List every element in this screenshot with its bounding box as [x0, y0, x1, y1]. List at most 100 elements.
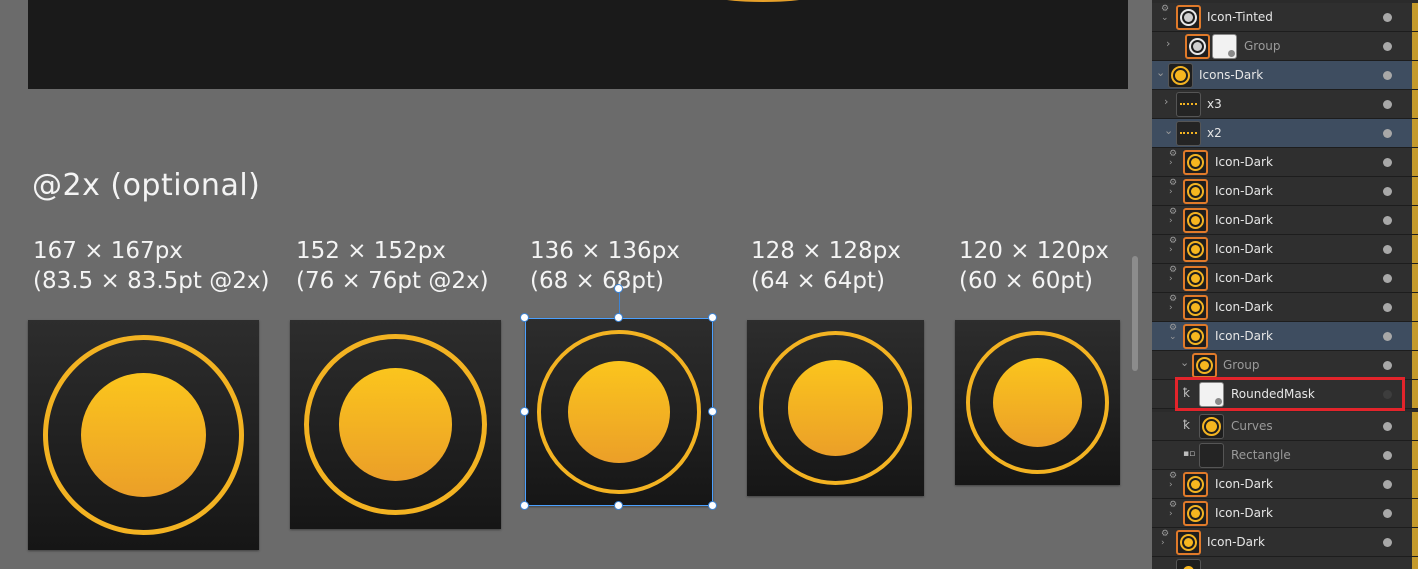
- visibility-dot[interactable]: [1383, 480, 1392, 489]
- visibility-dot[interactable]: [1383, 13, 1392, 22]
- layer-row-partial[interactable]: [1152, 557, 1418, 569]
- resize-handle-left[interactable]: [520, 407, 529, 416]
- gear-icon[interactable]: ⚙ ›: [1169, 501, 1177, 519]
- layer-color-stripe: [1412, 206, 1418, 234]
- artboard-preview[interactable]: [28, 0, 1128, 89]
- layer-color-stripe: [1412, 351, 1418, 379]
- gear-icon[interactable]: ⚙ ›: [1169, 208, 1177, 226]
- layer-row-icon-dark[interactable]: ⚙ › Icon-Dark: [1152, 528, 1418, 557]
- chevron-right-icon[interactable]: ›: [1164, 95, 1168, 108]
- size-label-167: 167 × 167px (83.5 × 83.5pt @2x): [33, 236, 269, 296]
- icon-core-circle: [81, 372, 206, 498]
- gear-icon[interactable]: ⚙ ›: [1161, 530, 1169, 548]
- resize-handle-top[interactable]: [614, 313, 623, 322]
- layer-color-stripe: [1412, 32, 1418, 60]
- app-icon-128[interactable]: [747, 320, 924, 496]
- app-icon-152[interactable]: [290, 320, 501, 529]
- chevron-down-icon[interactable]: ⌄: [1180, 356, 1189, 369]
- visibility-dot[interactable]: [1383, 538, 1392, 547]
- layer-color-stripe: [1412, 557, 1418, 569]
- layer-row-icon-dark[interactable]: ⚙ › Icon-Dark: [1152, 235, 1418, 264]
- resize-handle-top-left[interactable]: [520, 313, 529, 322]
- visibility-dot[interactable]: [1383, 361, 1392, 370]
- layer-name: Icon-Dark: [1215, 271, 1273, 285]
- layer-row-x3[interactable]: › x3: [1152, 90, 1418, 119]
- layer-row-icon-dark[interactable]: ⚙ › Icon-Dark: [1152, 206, 1418, 235]
- visibility-dot[interactable]: [1383, 71, 1392, 80]
- layer-thumbnail: [1176, 5, 1201, 30]
- resize-handle-bottom-left[interactable]: [520, 501, 529, 510]
- size-label-pt: (76 × 76pt @2x): [296, 268, 489, 294]
- visibility-dot[interactable]: [1383, 332, 1392, 341]
- visibility-dot[interactable]: [1383, 422, 1392, 431]
- resize-handle-top-right[interactable]: [708, 313, 717, 322]
- layer-row-icon-dark-selected[interactable]: ⚙ ⌄ Icon-Dark: [1152, 322, 1418, 351]
- layer-thumbnail: [1183, 472, 1208, 497]
- layer-thumbnail: [1185, 34, 1210, 59]
- layer-row-icons-dark[interactable]: ⌄ Icons-Dark: [1152, 61, 1418, 90]
- chevron-down-icon[interactable]: ⌄: [1156, 66, 1165, 79]
- layer-thumbnail: [1183, 266, 1208, 291]
- layer-color-stripe: [1412, 293, 1418, 321]
- layer-row-curves[interactable]: ꝁ Curves: [1152, 412, 1418, 441]
- gear-icon[interactable]: ⚙ ›: [1169, 150, 1177, 168]
- gear-icon[interactable]: ⚙ ⌄: [1161, 5, 1169, 23]
- layer-color-stripe: [1412, 61, 1418, 89]
- size-label-pt: (60 × 60pt): [959, 268, 1093, 294]
- app-icon-136[interactable]: [525, 318, 713, 506]
- visibility-dot[interactable]: [1383, 216, 1392, 225]
- visibility-dot[interactable]: [1383, 451, 1392, 460]
- layer-name: Icon-Dark: [1215, 213, 1273, 227]
- visibility-dot[interactable]: [1383, 100, 1392, 109]
- layer-row-group[interactable]: › Group: [1152, 32, 1418, 61]
- layer-row-rounded-mask[interactable]: ꝁ RoundedMask: [1152, 380, 1418, 409]
- gear-icon[interactable]: ⚙ ⌄: [1169, 324, 1177, 342]
- visibility-dot[interactable]: [1383, 390, 1392, 399]
- visibility-dot[interactable]: [1383, 129, 1392, 138]
- layer-name: x2: [1207, 126, 1222, 140]
- visibility-dot[interactable]: [1383, 274, 1392, 283]
- layer-row-icon-dark[interactable]: ⚙ › Icon-Dark: [1152, 293, 1418, 322]
- visibility-dot[interactable]: [1383, 187, 1392, 196]
- layer-row-icon-dark[interactable]: ⚙ › Icon-Dark: [1152, 470, 1418, 499]
- layer-name: Icon-Dark: [1215, 329, 1273, 343]
- resize-handle-bottom[interactable]: [614, 501, 623, 510]
- layer-row-icon-dark[interactable]: ⚙ › Icon-Dark: [1152, 148, 1418, 177]
- visibility-dot[interactable]: [1383, 42, 1392, 51]
- resize-handle-right[interactable]: [708, 407, 717, 416]
- rotation-handle[interactable]: [614, 284, 623, 293]
- layer-color-stripe: [1412, 470, 1418, 498]
- layer-name: Icon-Dark: [1215, 300, 1273, 314]
- layer-row-icon-dark[interactable]: ⚙ › Icon-Dark: [1152, 264, 1418, 293]
- layer-color-stripe: [1412, 441, 1418, 469]
- layer-thumbnail: [1176, 530, 1201, 555]
- layer-row-icon-dark[interactable]: ⚙ › Icon-Dark: [1152, 177, 1418, 206]
- mask-thumbnail: [1199, 382, 1224, 407]
- layer-color-stripe: [1412, 322, 1418, 350]
- layer-row-icon-tinted[interactable]: ⚙ ⌄ Icon-Tinted: [1152, 3, 1418, 32]
- visibility-dot[interactable]: [1383, 158, 1392, 167]
- design-canvas[interactable]: @2x (optional) 167 × 167px (83.5 × 83.5p…: [0, 0, 1128, 569]
- gear-icon[interactable]: ⚙ ›: [1169, 179, 1177, 197]
- app-icon-120[interactable]: [955, 320, 1120, 485]
- layer-row-group-child[interactable]: ⌄ Group: [1152, 351, 1418, 380]
- gear-icon[interactable]: ⚙ ›: [1169, 237, 1177, 255]
- app-icon-167[interactable]: [28, 320, 259, 550]
- gear-icon[interactable]: ⚙ ›: [1169, 266, 1177, 284]
- scrollbar-thumb[interactable]: [1132, 256, 1138, 371]
- resize-handle-bottom-right[interactable]: [708, 501, 717, 510]
- gear-icon[interactable]: ⚙ ›: [1169, 295, 1177, 313]
- visibility-dot[interactable]: [1383, 509, 1392, 518]
- visibility-dot[interactable]: [1383, 245, 1392, 254]
- chevron-right-icon[interactable]: ›: [1166, 37, 1170, 50]
- layer-row-x2[interactable]: ⌄ x2: [1152, 119, 1418, 148]
- layer-row-rectangle[interactable]: ▪▫ Rectangle: [1152, 441, 1418, 470]
- layer-row-icon-dark[interactable]: ⚙ › Icon-Dark: [1152, 499, 1418, 528]
- gear-icon[interactable]: ⚙ ›: [1169, 472, 1177, 490]
- layer-color-stripe: [1412, 3, 1418, 31]
- layer-thumbnail: [1168, 63, 1193, 88]
- layer-thumbnail: [1176, 92, 1201, 117]
- chevron-down-icon[interactable]: ⌄: [1164, 124, 1173, 137]
- visibility-dot[interactable]: [1383, 303, 1392, 312]
- layer-thumbnail: [1183, 501, 1208, 526]
